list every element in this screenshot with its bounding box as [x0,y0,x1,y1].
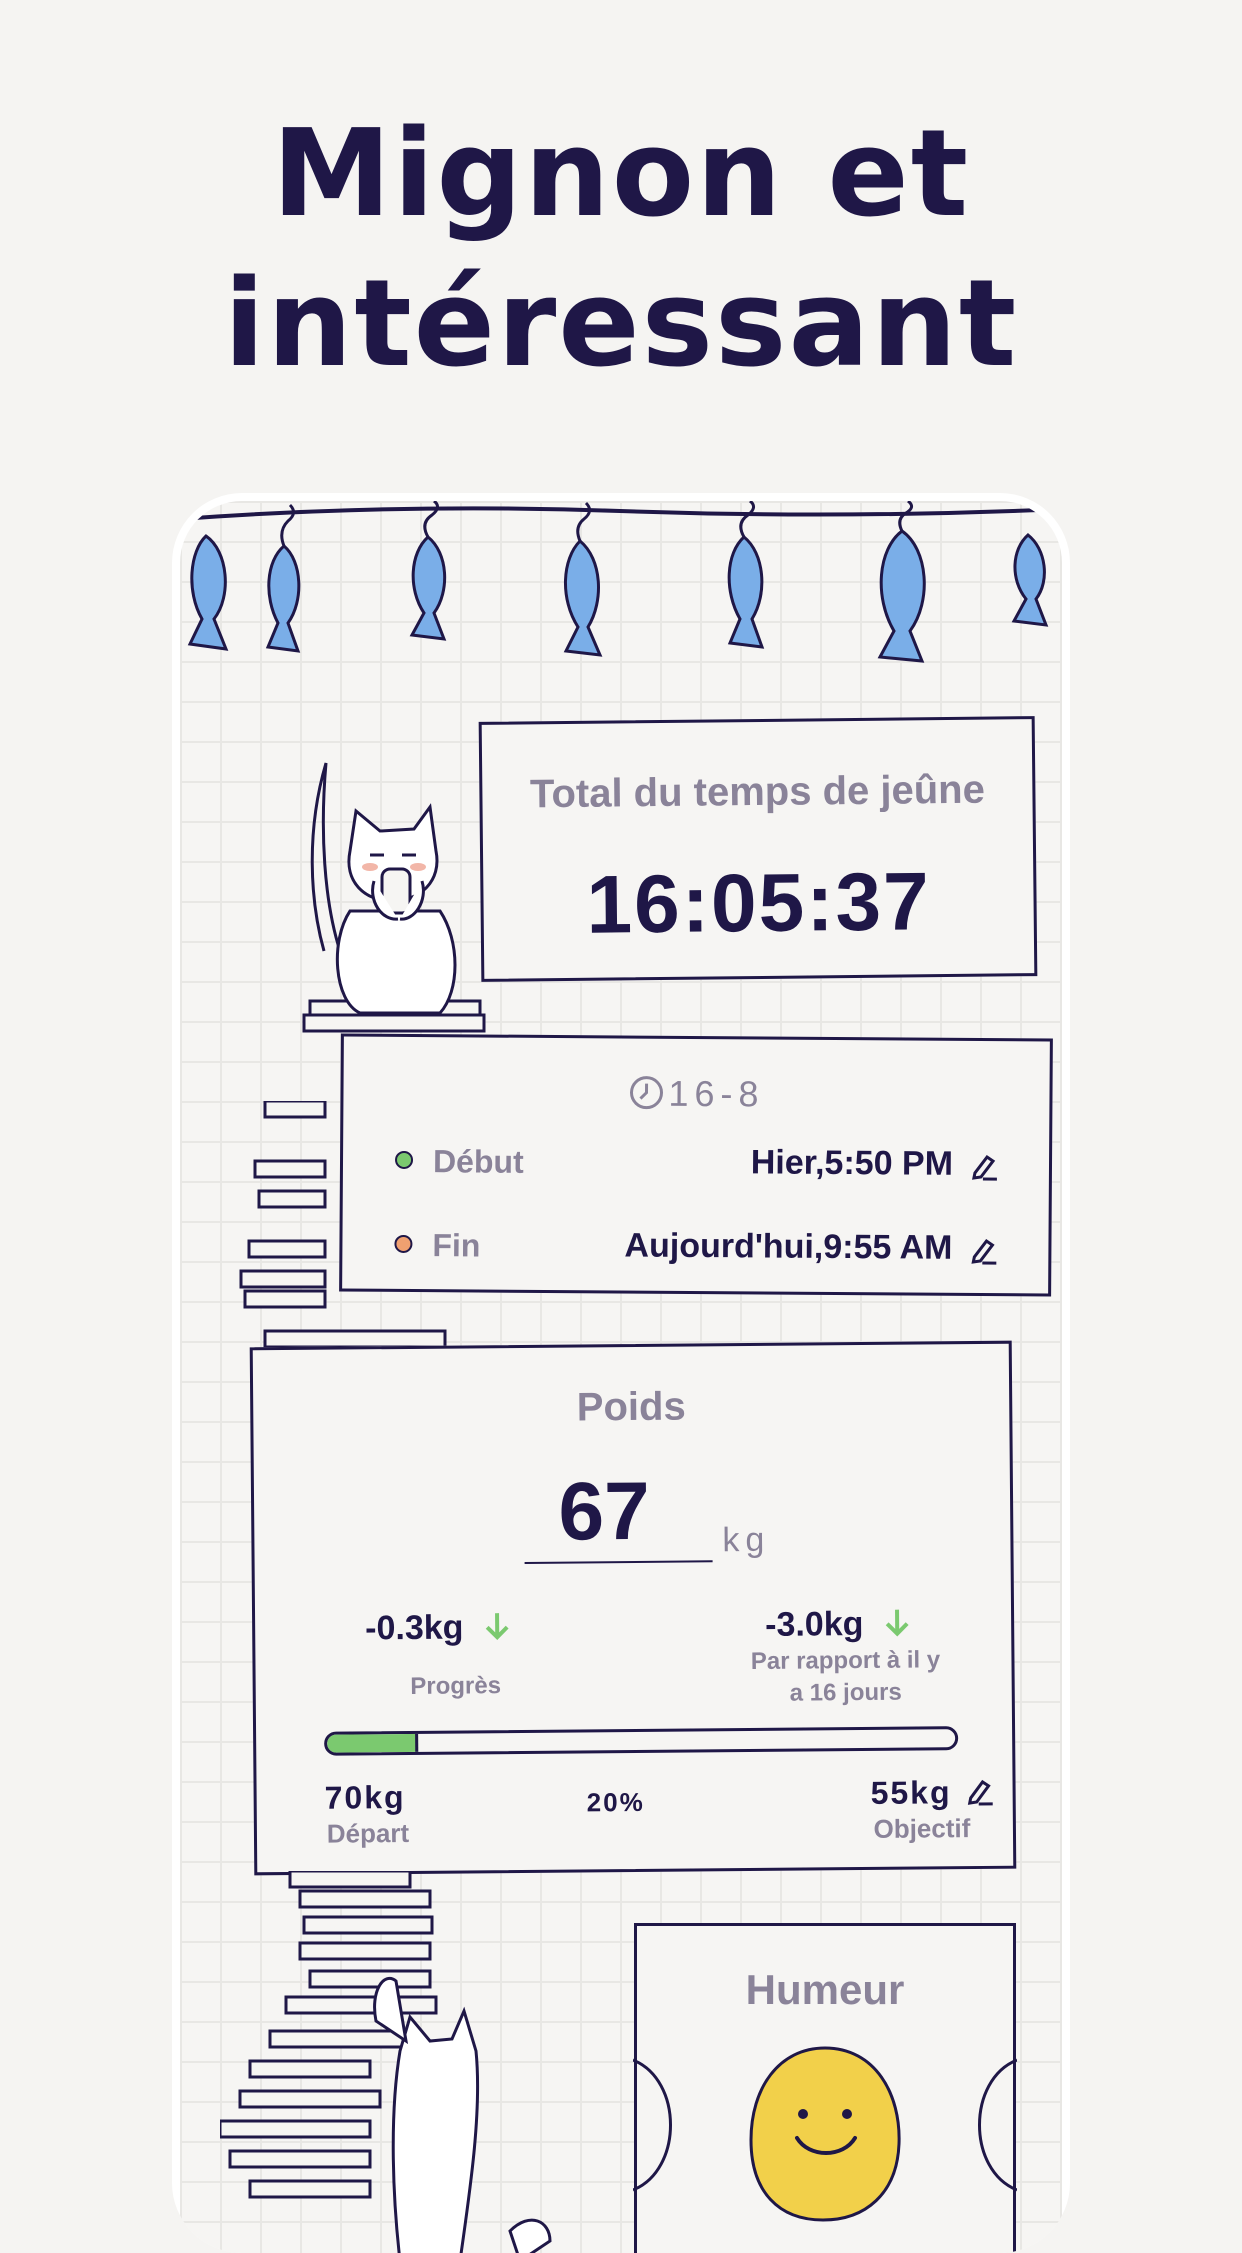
app-screen: Total du temps de jeûne 16:05:37 16-8 Dé… [180,501,1062,2253]
weight-value[interactable]: 67 [514,1464,695,1560]
end-value: Aujourd'hui,9:55 AM [624,1226,953,1267]
timer-title: Total du temps de jeûne [529,767,986,817]
smiley-face-icon[interactable] [745,2044,905,2224]
start-dot [394,1150,414,1170]
weight-card[interactable]: Poids 67 kg -0.3kg Progrès -3.0kg Par ra… [249,1340,1017,1876]
headline-line-1: Mignon et [271,105,971,244]
fasting-plan-card[interactable]: 16-8 Début Hier,5:50 PM Fin Aujourd'hui,… [339,1033,1053,1297]
start-weight-label: Départ [326,1817,410,1849]
mood-card[interactable]: Humeur [633,1923,1017,2253]
mood-title: Humeur [745,1966,905,2013]
headline: Mignon et intéressant [0,100,1242,400]
phone-frame: Total du temps de jeûne 16:05:37 16-8 Dé… [172,493,1070,2253]
progress-change: -0.3kg [365,1608,511,1648]
arrow-down-icon [485,1613,509,1641]
compare-label-line-2: a 16 jours [789,1678,902,1707]
end-label: Fin [432,1227,481,1264]
edit-start-icon[interactable] [969,1151,999,1181]
weight-progress-fill [327,1733,419,1753]
compare-label: Par rapport à il y a 16 jours [725,1644,966,1710]
compare-change: -3.0kg [765,1605,911,1645]
weight-unit: kg [722,1520,771,1560]
fasting-timer-card: Total du temps de jeûne 16:05:37 [478,716,1038,982]
plan-label[interactable]: 16-8 [343,1071,1049,1118]
mood-next-face[interactable] [967,2050,1017,2200]
arrow-down-icon [885,1609,909,1637]
goal-weight[interactable]: 55kg [870,1774,951,1812]
timer-value: 16:05:37 [585,856,932,951]
cat-climbing-illustration [220,1871,552,2253]
start-time-row[interactable]: Début Hier,5:50 PM [394,1137,999,1191]
compare-change-value: -3.0kg [764,1604,864,1644]
start-value: Hier,5:50 PM [750,1143,954,1183]
plan-name: 16-8 [668,1072,765,1115]
hanging-fish-decoration [180,501,1062,663]
mood-prev-face[interactable] [633,2050,683,2200]
goal-weight-label: Objectif [873,1813,971,1844]
end-time-row[interactable]: Fin Aujourd'hui,9:55 AM [394,1221,998,1275]
edit-goal-icon[interactable] [964,1776,994,1806]
progress-label: Progrès [410,1672,502,1700]
headline-line-2: intéressant [223,255,1019,394]
compare-label-line-1: Par rapport à il y [750,1646,941,1675]
progress-percent: 20% [586,1786,645,1818]
start-weight: 70kg [324,1778,406,1816]
weight-underline [524,1560,713,1564]
start-label: Début [432,1143,524,1180]
weight-title: Poids [576,1384,686,1430]
progress-change-value: -0.3kg [365,1608,464,1648]
weight-progress-bar [324,1726,959,1756]
edit-end-icon[interactable] [968,1235,998,1265]
clock-icon [629,1076,663,1110]
end-dot [394,1234,413,1254]
